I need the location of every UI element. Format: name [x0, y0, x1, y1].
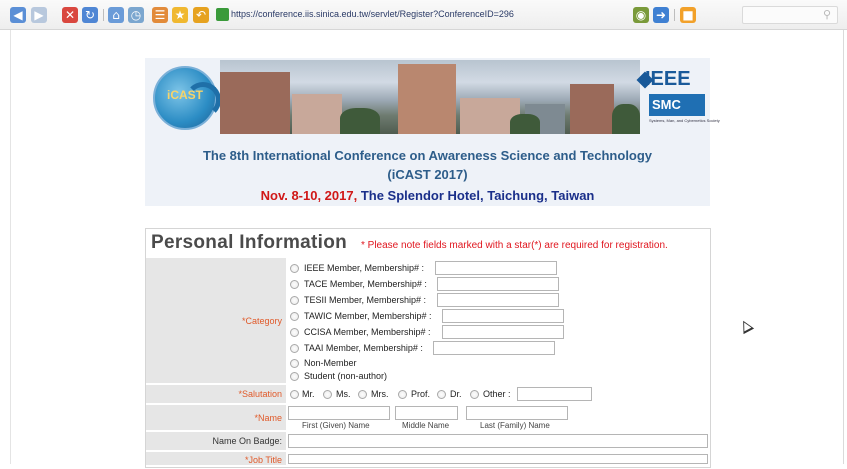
conference-venue: The Splendor Hotel, Taichung, Taiwan — [357, 188, 595, 203]
category-option-label: CCISA Member, Membership# : — [304, 327, 431, 337]
forward-icon[interactable]: ▶ — [31, 7, 47, 23]
undo-icon[interactable]: ↶ — [193, 7, 209, 23]
tace-membership-input[interactable] — [437, 277, 559, 291]
star-icon[interactable]: ★ — [172, 7, 188, 23]
badge-name-label: Name On Badge: — [146, 432, 286, 451]
first-name-caption: First (Given) Name — [302, 421, 370, 430]
stop-icon[interactable]: ✕ — [62, 7, 78, 23]
category-radio-tawic[interactable] — [290, 312, 299, 321]
salutation-option-label: Mrs. — [371, 389, 389, 399]
conference-title: The 8th International Conference on Awar… — [145, 146, 710, 184]
category-option-label: Non-Member — [304, 358, 357, 368]
building-shape — [220, 72, 290, 134]
category-radio-ccisa[interactable] — [290, 328, 299, 337]
last-name-caption: Last (Family) Name — [480, 421, 550, 430]
category-option-label: TESII Member, Membership# : — [304, 295, 427, 305]
bookmarks-icon[interactable]: ☰ — [152, 7, 168, 23]
job-title-input[interactable] — [288, 454, 708, 464]
salutation-radio-mr[interactable] — [290, 390, 299, 399]
salutation-other-input[interactable] — [517, 387, 592, 401]
category-radio-taai[interactable] — [290, 344, 299, 353]
secure-lock-icon — [216, 8, 229, 21]
page-scrollbar-edge — [843, 30, 844, 464]
category-radio-student[interactable] — [290, 372, 299, 381]
category-radio-non-member[interactable] — [290, 359, 299, 368]
salutation-radio-prof[interactable] — [398, 390, 407, 399]
category-option-label: TACE Member, Membership# : — [304, 279, 427, 289]
category-label: *Category — [146, 258, 286, 384]
address-bar[interactable]: https://conference.iis.sinica.edu.tw/ser… — [231, 9, 514, 19]
name-label: *Name — [146, 405, 286, 431]
campus-photo — [220, 60, 640, 134]
tree-shape — [340, 108, 380, 134]
salutation-option-label: Mr. — [302, 389, 315, 399]
middle-name-caption: Middle Name — [402, 421, 450, 430]
category-radio-tace[interactable] — [290, 280, 299, 289]
building-shape — [292, 94, 342, 134]
conference-banner: iCAST IEEE SMC Systems, Man, and Cyberne… — [145, 58, 720, 206]
tree-shape — [612, 104, 640, 134]
salutation-option-label: Dr. — [450, 389, 462, 399]
category-option-label: TAAI Member, Membership# : — [304, 343, 423, 353]
smc-logo: SMC — [649, 94, 705, 116]
category-radio-tesii[interactable] — [290, 296, 299, 305]
go-arrow-icon[interactable]: ➜ — [653, 7, 669, 23]
addon-icon[interactable]: ■ — [680, 7, 696, 23]
conference-title-line2: (iCAST 2017) — [387, 167, 468, 182]
conference-date: Nov. 8-10, 2017, — [260, 188, 358, 203]
search-icon: ⚲ — [822, 8, 831, 21]
taai-membership-input[interactable] — [433, 341, 555, 355]
tawic-membership-input[interactable] — [442, 309, 564, 323]
salutation-label: *Salutation — [146, 385, 286, 404]
tree-shape — [510, 114, 540, 134]
extension-icon[interactable]: ◉ — [633, 7, 649, 23]
toolbar-separator — [674, 9, 675, 21]
salutation-radio-mrs[interactable] — [358, 390, 367, 399]
category-option-label: IEEE Member, Membership# : — [304, 263, 425, 273]
salutation-option-label: Prof. — [411, 389, 431, 399]
category-option-label: TAWIC Member, Membership# : — [304, 311, 432, 321]
form-heading: Personal Information — [151, 232, 348, 253]
conference-date-venue: Nov. 8-10, 2017, The Splendor Hotel, Tai… — [145, 188, 710, 203]
salutation-radio-other[interactable] — [470, 390, 479, 399]
reload-icon[interactable]: ↻ — [82, 7, 98, 23]
badge-name-input[interactable] — [288, 434, 708, 448]
ccisa-membership-input[interactable] — [442, 325, 564, 339]
salutation-option-label: Other : — [483, 389, 511, 399]
page-left-border — [10, 30, 11, 464]
building-shape — [570, 84, 614, 134]
last-name-input[interactable] — [466, 406, 568, 420]
mouse-cursor-icon — [737, 317, 755, 335]
salutation-option-label: Ms. — [336, 389, 351, 399]
history-icon[interactable]: ◷ — [128, 7, 144, 23]
category-option-label: Student (non-author) — [304, 371, 388, 381]
conference-title-line1: The 8th International Conference on Awar… — [202, 148, 653, 163]
building-shape — [398, 64, 456, 134]
ieee-membership-input[interactable] — [435, 261, 557, 275]
ieee-logo-text: IEEE — [645, 68, 691, 90]
logo-swirl-graphic — [185, 82, 221, 118]
toolbar-separator — [103, 9, 104, 21]
salutation-radio-ms[interactable] — [323, 390, 332, 399]
search-input[interactable]: ⚲ — [742, 6, 838, 24]
first-name-input[interactable] — [288, 406, 390, 420]
middle-name-input[interactable] — [395, 406, 458, 420]
home-icon[interactable]: ⌂ — [108, 7, 124, 23]
smc-logo-subtext: Systems, Man, and Cybernetics Society — [649, 118, 720, 123]
required-note: * Please note fields marked with a star(… — [361, 240, 668, 251]
browser-toolbar: ◀ ▶ ✕ ↻ ⌂ ◷ ☰ ★ ↶ https://conference.iis… — [0, 0, 847, 30]
category-radio-ieee[interactable] — [290, 264, 299, 273]
back-icon[interactable]: ◀ — [10, 7, 26, 23]
tesii-membership-input[interactable] — [437, 293, 559, 307]
salutation-radio-dr[interactable] — [437, 390, 446, 399]
